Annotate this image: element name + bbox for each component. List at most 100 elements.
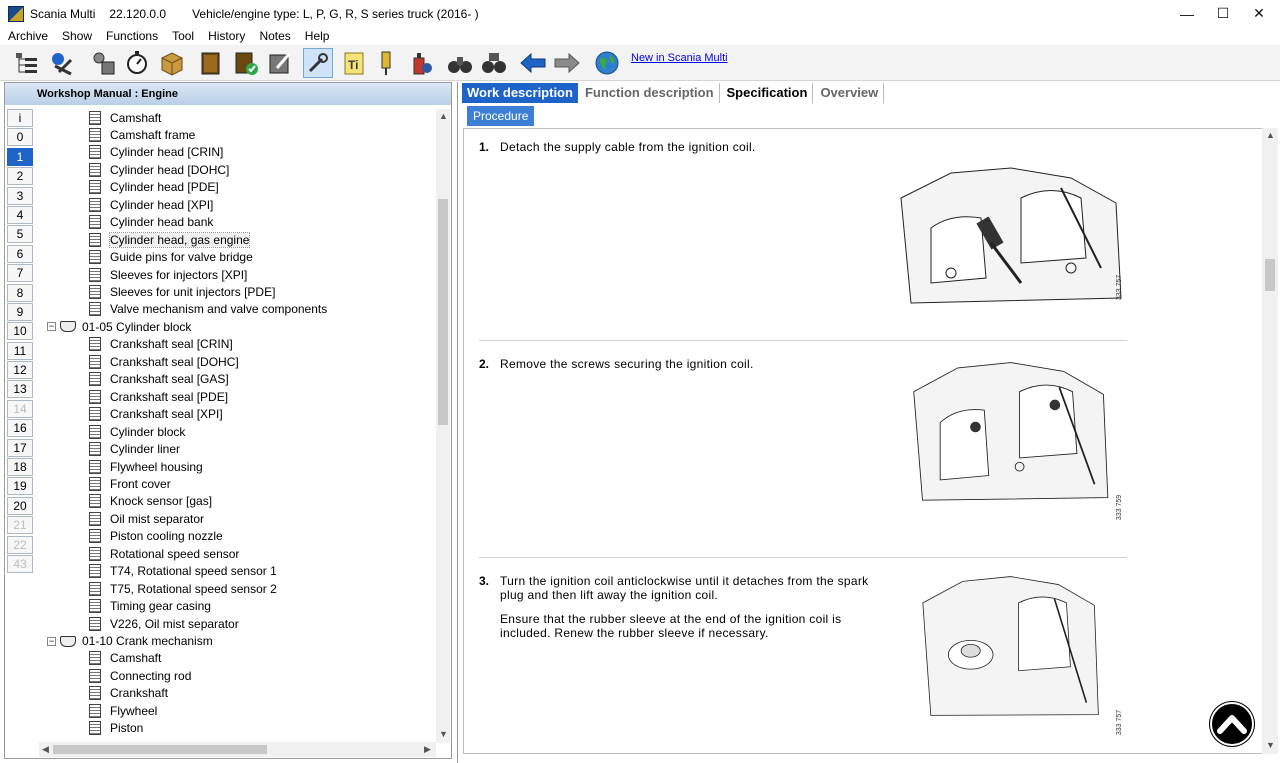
tab-overview[interactable]: Overview: [815, 83, 885, 103]
tree-item[interactable]: Crankshaft: [89, 685, 168, 702]
chapter-2[interactable]: 2: [7, 167, 33, 186]
chapter-13[interactable]: 13: [7, 380, 33, 399]
back-arrow-icon[interactable]: [518, 48, 548, 78]
chapter-9[interactable]: 9: [7, 302, 33, 321]
measurement-tool-icon[interactable]: [372, 48, 402, 78]
menu-history[interactable]: History: [200, 29, 251, 43]
tree-view-icon[interactable]: [11, 48, 41, 78]
tree-item[interactable]: Crankshaft seal [PDE]: [89, 388, 228, 405]
manual-book-icon[interactable]: [196, 48, 226, 78]
new-in-scania-multi-link[interactable]: New in Scania Multi: [631, 52, 728, 64]
tree-group[interactable]: − 01-05 Cylinder block: [47, 318, 191, 335]
chapter-i[interactable]: i: [7, 109, 33, 127]
search-binoculars-icon[interactable]: [479, 48, 509, 78]
tree-item[interactable]: Crankshaft seal [DOHC]: [89, 353, 239, 370]
chapter-5[interactable]: 5: [7, 225, 33, 244]
tree-item[interactable]: Flywheel: [89, 702, 157, 719]
close-button[interactable]: ✕: [1236, 0, 1280, 27]
chapter-16[interactable]: 16: [7, 419, 33, 438]
scroll-left-icon[interactable]: ◀: [42, 744, 49, 755]
technical-info-icon[interactable]: Ti: [339, 48, 369, 78]
menu-functions[interactable]: Functions: [98, 29, 164, 43]
scroll-right-icon[interactable]: ▶: [424, 744, 431, 755]
tree-item[interactable]: V226, Oil mist separator: [89, 615, 239, 632]
tree-item[interactable]: Cylinder liner: [89, 441, 180, 458]
menu-notes[interactable]: Notes: [251, 29, 296, 43]
collapse-icon[interactable]: −: [47, 636, 56, 646]
scroll-down-icon[interactable]: ▼: [1266, 740, 1275, 750]
document-vertical-scrollbar[interactable]: ▲ ▼: [1262, 128, 1278, 754]
chapter-0[interactable]: 0: [7, 128, 33, 147]
checked-manual-icon[interactable]: [231, 48, 261, 78]
chapter-4[interactable]: 4: [7, 205, 33, 224]
chapter-20[interactable]: 20: [7, 496, 33, 515]
tree-item[interactable]: Cylinder head [CRIN]: [89, 144, 223, 161]
tree-item[interactable]: Crankshaft seal [CRIN]: [89, 336, 233, 353]
chapter-17[interactable]: 17: [7, 438, 33, 457]
chapter-10[interactable]: 10: [7, 322, 33, 341]
menu-show[interactable]: Show: [54, 29, 98, 43]
chapter-18[interactable]: 18: [7, 458, 33, 477]
menu-help[interactable]: Help: [297, 29, 336, 43]
forward-arrow-icon[interactable]: [552, 48, 582, 78]
edit-notes-icon[interactable]: [265, 48, 295, 78]
chapter-11[interactable]: 11: [7, 341, 33, 360]
tree-item[interactable]: Camshaft frame: [89, 126, 195, 143]
chapter-3[interactable]: 3: [7, 186, 33, 205]
scroll-down-icon[interactable]: ▼: [439, 729, 448, 739]
tree-item[interactable]: Timing gear casing: [89, 598, 211, 615]
chapter-7[interactable]: 7: [7, 264, 33, 283]
tree-item[interactable]: Knock sensor [gas]: [89, 493, 212, 510]
tree-item[interactable]: Flywheel housing: [89, 458, 203, 475]
tree-item[interactable]: Cylinder head, gas engine: [89, 231, 251, 248]
chapter-12[interactable]: 12: [7, 361, 33, 380]
tree-item[interactable]: Camshaft: [89, 650, 161, 667]
tree-item[interactable]: Valve mechanism and valve components: [89, 301, 327, 318]
diagnostics-icon[interactable]: [47, 48, 77, 78]
wrench-icon[interactable]: [303, 48, 333, 78]
scroll-up-icon[interactable]: ▲: [439, 111, 448, 121]
tree-item[interactable]: Piston cooling nozzle: [89, 528, 223, 545]
tree-item[interactable]: Piston: [89, 720, 143, 737]
tree-item[interactable]: Guide pins for valve bridge: [89, 249, 253, 266]
tree-item[interactable]: Oil mist separator: [89, 510, 204, 527]
scroll-thumb[interactable]: [438, 199, 448, 425]
tree-item[interactable]: Camshaft: [89, 109, 161, 126]
chapter-1[interactable]: 1: [7, 147, 33, 166]
tree-item[interactable]: Connecting rod: [89, 667, 191, 684]
tree-item[interactable]: T74, Rotational speed sensor 1: [89, 563, 277, 580]
subtab-procedure[interactable]: Procedure: [467, 106, 535, 126]
tree-item[interactable]: Front cover: [89, 475, 171, 492]
tree-item[interactable]: Crankshaft seal [XPI]: [89, 406, 223, 423]
tree-item[interactable]: Rotational speed sensor: [89, 545, 239, 562]
chapter-19[interactable]: 19: [7, 477, 33, 496]
tree-item[interactable]: Cylinder head [PDE]: [89, 179, 219, 196]
tree-horizontal-scrollbar[interactable]: ◀ ▶: [39, 742, 436, 757]
menu-archive[interactable]: Archive: [0, 29, 54, 43]
tree-item[interactable]: Crankshaft seal [GAS]: [89, 371, 229, 388]
menu-tool[interactable]: Tool: [164, 29, 200, 43]
tree-item[interactable]: Cylinder block: [89, 423, 185, 440]
hscroll-thumb[interactable]: [53, 745, 267, 754]
scroll-thumb[interactable]: [1265, 259, 1275, 291]
scroll-up-icon[interactable]: ▲: [1266, 130, 1275, 140]
tab-work-description[interactable]: Work description: [462, 83, 578, 103]
tree-item[interactable]: Sleeves for unit injectors [PDE]: [89, 284, 275, 301]
tree-group[interactable]: − 01-10 Crank mechanism: [47, 633, 213, 650]
tab-specification[interactable]: Specification: [722, 83, 814, 103]
scroll-to-top-button[interactable]: [1210, 702, 1254, 746]
collapse-icon[interactable]: −: [47, 322, 56, 332]
tree-vertical-scrollbar[interactable]: ▲ ▼: [436, 109, 450, 743]
globe-icon[interactable]: [592, 48, 622, 78]
tree-item[interactable]: Sleeves for injectors [XPI]: [89, 266, 247, 283]
binoculars-icon[interactable]: [445, 48, 475, 78]
tree-item[interactable]: T75, Rotational speed sensor 2: [89, 580, 277, 597]
tab-function-description[interactable]: Function description: [580, 83, 720, 103]
tree-item[interactable]: Cylinder head [DOHC]: [89, 161, 229, 178]
package-icon[interactable]: [157, 48, 187, 78]
tree-item[interactable]: Cylinder head bank: [89, 214, 213, 231]
tree-item[interactable]: Cylinder head [XPI]: [89, 196, 213, 213]
stopwatch-icon[interactable]: [122, 48, 152, 78]
engine-parts-icon[interactable]: [88, 48, 118, 78]
fluid-bottle-icon[interactable]: [406, 48, 436, 78]
